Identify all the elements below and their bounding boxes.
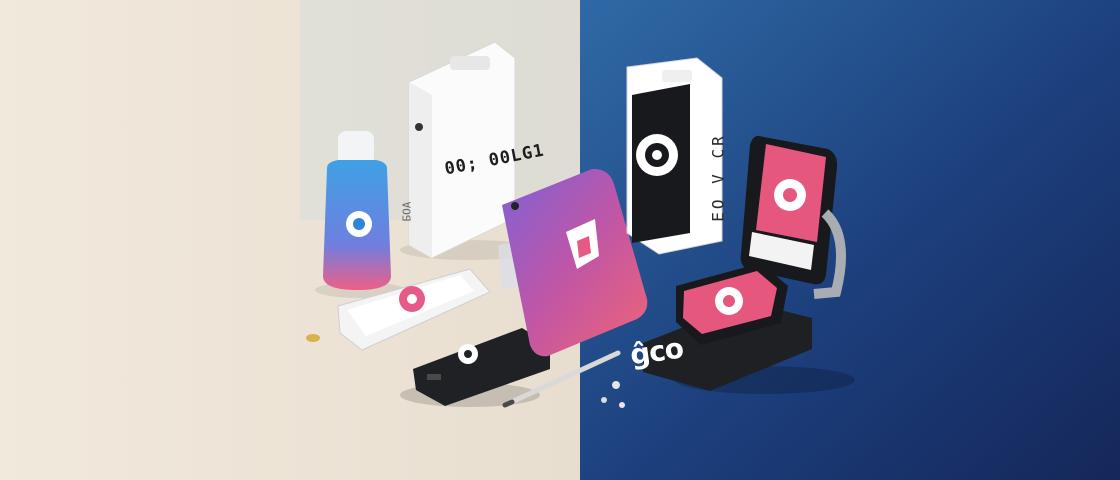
- dark-device-side-label: EO V CR: [708, 133, 728, 222]
- gold-coin: [306, 334, 320, 342]
- scene-illustration: [0, 0, 1120, 480]
- product-scene: 00; 00LG1 БОА EO V CR ĝco: [0, 0, 1120, 480]
- white-powerbank-side-label: БОА: [400, 201, 414, 222]
